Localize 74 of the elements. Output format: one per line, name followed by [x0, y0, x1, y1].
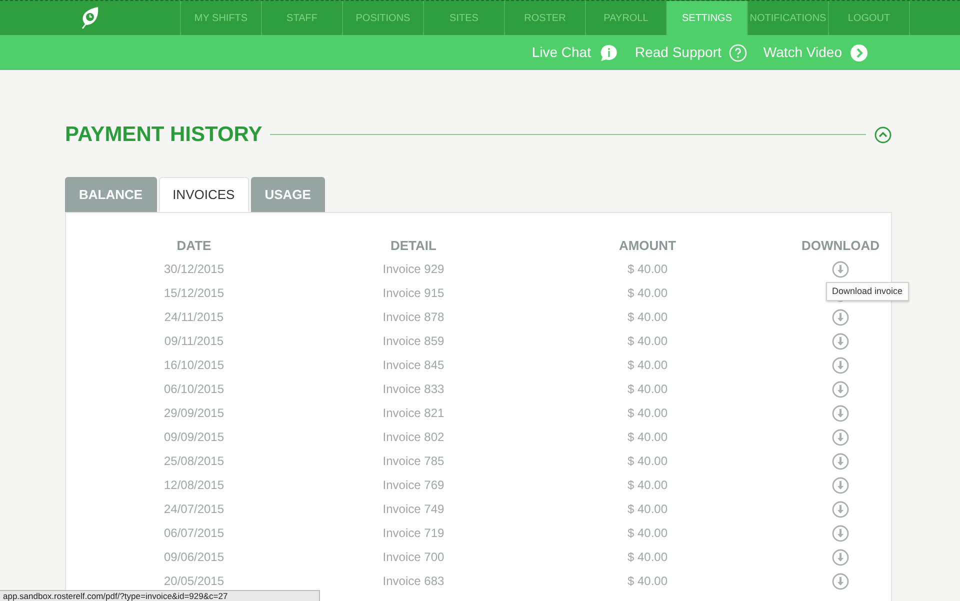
table-cell: Invoice 749 — [382, 502, 444, 516]
download-icon[interactable] — [832, 452, 849, 470]
download-icon[interactable] — [832, 356, 849, 374]
download-icon[interactable] — [832, 428, 849, 446]
table-cell: 09/06/2015 — [164, 550, 224, 564]
table-cell: 09/11/2015 — [164, 334, 224, 348]
table-cell: 29/09/2015 — [164, 406, 224, 420]
table-cell: $ 40.00 — [627, 430, 668, 444]
table-cell: Invoice 915 — [382, 286, 444, 300]
download-icon[interactable] — [832, 308, 849, 326]
table-cell: Invoice 859 — [382, 334, 444, 348]
download-icon[interactable] — [832, 260, 849, 278]
table-cell: Invoice 785 — [382, 454, 444, 468]
chat-icon[interactable] — [598, 44, 619, 62]
help-link[interactable]: Watch Video — [763, 42, 842, 63]
table-cell: Invoice 833 — [382, 382, 444, 396]
table-cell: $ 40.00 — [627, 502, 668, 516]
table-cell: 24/11/2015 — [164, 310, 224, 324]
table-cell: $ 40.00 — [627, 526, 668, 540]
table-cell: Invoice 845 — [382, 358, 444, 372]
table-cell: 15/12/2015 — [164, 286, 224, 300]
nav-item[interactable]: SETTINGS — [666, 1, 747, 35]
column-header: DETAIL — [390, 238, 436, 254]
tooltip: Download invoice — [826, 282, 909, 302]
table-cell: 20/05/2015 — [164, 574, 224, 588]
collapse-toggle-icon[interactable] — [874, 126, 892, 144]
download-icon[interactable] — [832, 572, 849, 590]
table-cell: $ 40.00 — [627, 478, 668, 492]
table-cell: Invoice 769 — [382, 478, 444, 492]
tab[interactable]: BALANCE — [65, 177, 157, 212]
section-title: PAYMENT HISTORY — [65, 122, 262, 148]
table-cell: Invoice 719 — [382, 526, 444, 540]
table-cell: $ 40.00 — [627, 262, 668, 276]
table-cell: Invoice 821 — [382, 406, 444, 420]
table-cell: $ 40.00 — [627, 358, 668, 372]
table-cell: $ 40.00 — [627, 406, 668, 420]
column-header: AMOUNT — [618, 238, 676, 254]
table-cell: 06/07/2015 — [164, 526, 224, 540]
chevron-right-icon[interactable] — [850, 44, 868, 62]
download-icon[interactable] — [832, 500, 849, 518]
table-cell: 12/08/2015 — [164, 478, 224, 492]
table-cell: $ 40.00 — [627, 286, 668, 300]
table-cell: 24/07/2015 — [164, 502, 224, 516]
table-cell: 30/12/2015 — [164, 262, 224, 276]
tab[interactable]: INVOICES — [158, 177, 249, 212]
column-header: DOWNLOAD — [802, 238, 880, 254]
download-icon[interactable] — [832, 476, 849, 494]
download-icon[interactable] — [832, 548, 849, 566]
table-cell: Invoice 878 — [382, 310, 444, 324]
table-cell: $ 40.00 — [627, 334, 668, 348]
status-bar-url: app.sandbox.rosterelf.com/pdf/?type=invoice&id=929&c=27 — [0, 590, 320, 601]
table-cell: Invoice 802 — [382, 430, 444, 444]
table-cell: $ 40.00 — [627, 550, 668, 564]
table-cell: $ 40.00 — [627, 574, 668, 588]
table-cell: 16/10/2015 — [164, 358, 224, 372]
tab[interactable]: USAGE — [250, 177, 325, 212]
help-link[interactable]: Live Chat — [532, 42, 591, 63]
table-cell: Invoice 929 — [382, 262, 444, 276]
table-cell: $ 40.00 — [627, 382, 668, 396]
table-cell: $ 40.00 — [627, 310, 668, 324]
table-cell: 25/08/2015 — [164, 454, 224, 468]
table-cell: Invoice 700 — [382, 550, 444, 564]
download-icon[interactable] — [832, 380, 849, 398]
table-cell: $ 40.00 — [627, 454, 668, 468]
logo-icon[interactable] — [79, 6, 101, 30]
download-icon[interactable] — [832, 524, 849, 542]
table-cell: 06/10/2015 — [164, 382, 224, 396]
download-icon[interactable] — [832, 404, 849, 422]
help-icon[interactable] — [729, 44, 748, 62]
table-cell: 09/09/2015 — [164, 430, 224, 444]
help-link[interactable]: Read Support — [634, 42, 722, 63]
download-icon[interactable] — [832, 332, 849, 350]
column-header: DATE — [176, 238, 212, 254]
table-cell: Invoice 683 — [382, 574, 444, 588]
